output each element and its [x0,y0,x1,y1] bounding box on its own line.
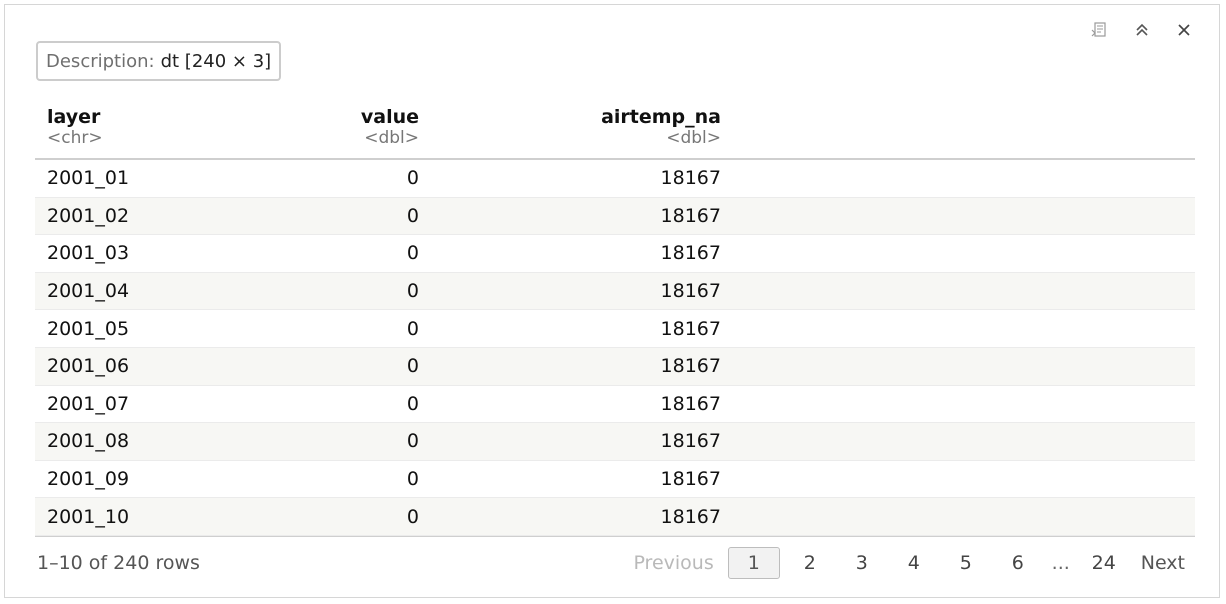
page-button-4[interactable]: 4 [888,548,940,578]
cell-value: 0 [406,167,419,190]
export-icon[interactable] [1089,19,1111,41]
table-row: 2001_05 0 18167 [35,310,1195,348]
cell-airtemp-na: 18167 [660,280,721,303]
cell-layer: 2001_02 [47,204,130,227]
table-body: 2001_01 0 18167 2001_02 0 18167 2001_03 … [35,160,1195,536]
page-button-6[interactable]: 6 [992,548,1044,578]
page-ellipsis: ... [1051,552,1070,574]
cell-value: 0 [406,242,419,265]
column-header-value[interactable]: value <dbl> [361,106,419,148]
collapse-icon[interactable] [1131,19,1153,41]
close-icon[interactable] [1173,19,1195,41]
cell-value: 0 [406,355,419,378]
column-name: layer [47,106,101,128]
table-row: 2001_04 0 18167 [35,272,1195,311]
column-name: value [360,106,419,128]
cell-value: 0 [406,317,419,340]
previous-page-button[interactable]: Previous [622,548,723,578]
column-name: airtemp_na [601,106,721,128]
column-header-airtemp-na[interactable]: airtemp_na <dbl> [601,106,721,148]
table-row: 2001_02 0 18167 [35,197,1195,236]
cell-airtemp-na: 18167 [660,355,721,378]
cell-airtemp-na: 18167 [660,167,721,190]
cell-layer: 2001_05 [47,317,130,340]
page-button-5[interactable]: 5 [940,548,992,578]
table-row: 2001_08 0 18167 [35,423,1195,461]
cell-value: 0 [406,392,419,415]
cell-layer: 2001_07 [47,392,130,415]
next-page-button[interactable]: Next [1130,548,1187,578]
data-table: layer <chr> value <dbl> airtemp_na <dbl>… [35,100,1195,537]
description-label: Description: [46,50,155,72]
cell-layer: 2001_08 [47,430,130,453]
table-header: layer <chr> value <dbl> airtemp_na <dbl> [35,100,1195,160]
cell-layer: 2001_04 [47,280,130,303]
column-type: <dbl> [364,128,419,148]
data-viewer-panel: Description: dt [240 × 3] layer <chr> va… [4,4,1220,598]
cell-airtemp-na: 18167 [660,204,721,227]
cell-airtemp-na: 18167 [660,468,721,491]
description-box: Description: dt [240 × 3] [36,41,282,81]
viewer-toolbar [1089,19,1195,41]
table-footer: 1–10 of 240 rows Previous 1 2 3 4 5 6 ..… [5,543,1219,583]
cell-layer: 2001_10 [47,505,130,528]
table-row: 2001_10 0 18167 [35,498,1195,536]
table-row: 2001_03 0 18167 [35,235,1195,273]
cell-airtemp-na: 18167 [660,317,721,340]
table-row: 2001_01 0 18167 [35,160,1195,198]
cell-value: 0 [406,468,419,491]
cell-layer: 2001_01 [47,167,130,190]
table-row: 2001_09 0 18167 [35,461,1195,499]
cell-airtemp-na: 18167 [660,505,721,528]
cell-value: 0 [406,505,419,528]
table-row: 2001_06 0 18167 [35,347,1195,386]
cell-airtemp-na: 18167 [660,242,721,265]
column-type: <dbl> [666,128,721,148]
description-value: dt [240 × 3] [160,50,272,72]
row-count-info: 1–10 of 240 rows [37,552,200,574]
cell-layer: 2001_03 [47,242,130,265]
column-header-layer[interactable]: layer <chr> [47,106,103,148]
table-row: 2001_07 0 18167 [35,386,1195,424]
column-type: <chr> [47,128,103,148]
cell-value: 0 [406,280,419,303]
cell-layer: 2001_09 [47,468,130,491]
cell-airtemp-na: 18167 [660,430,721,453]
page-button-1[interactable]: 1 [727,547,780,579]
cell-value: 0 [406,204,419,227]
page-button-3[interactable]: 3 [836,548,888,578]
cell-airtemp-na: 18167 [660,392,721,415]
cell-value: 0 [406,430,419,453]
cell-layer: 2001_06 [47,355,130,378]
page-button-24[interactable]: 24 [1078,548,1130,578]
pagination: Previous 1 2 3 4 5 6 ... 24 Next [622,543,1187,583]
page-button-2[interactable]: 2 [784,548,836,578]
